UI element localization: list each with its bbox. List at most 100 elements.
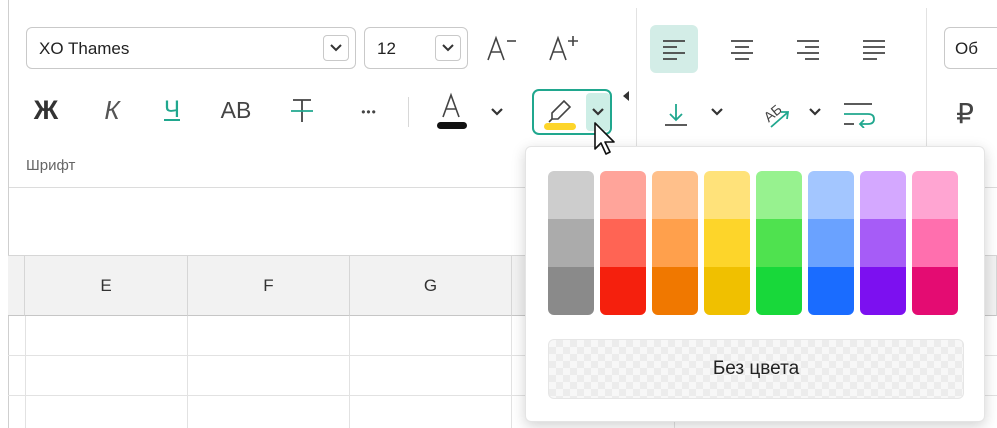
align-right-icon [797,40,819,60]
number-format-value: Об [955,39,978,58]
color-swatch[interactable] [756,219,802,267]
color-swatch[interactable] [912,267,958,315]
column-header-f[interactable]: F [188,255,350,316]
align-justify-button[interactable] [850,25,898,73]
chevron-down-icon [809,108,821,116]
font-decrease-icon [487,35,516,61]
column-line [187,316,188,428]
purple-swatch-column [860,171,906,315]
underline-button[interactable]: Ч [154,92,190,128]
color-swatch[interactable] [860,219,906,267]
column-label: F [263,275,274,295]
pink-swatch-column [912,171,958,315]
align-left-button[interactable] [650,25,698,73]
number-format-combo[interactable]: Об [944,27,997,69]
change-case-button[interactable]: АВ [214,92,258,128]
align-center-icon [731,40,753,60]
text-orientation-button[interactable]: АБ [754,94,796,134]
chevron-down-icon [491,108,503,116]
mouse-pointer-icon [594,122,615,155]
text-rotate-icon: АБ [760,101,790,128]
chevron-down-icon [442,44,454,52]
font-color-dropdown[interactable] [486,102,508,122]
font-size-combo[interactable]: 12 [364,27,468,69]
change-case-label: АВ [220,96,252,123]
bold-button[interactable]: Ж [28,92,64,128]
color-swatch[interactable] [756,171,802,219]
scroll-left-arrow[interactable] [622,89,630,101]
font-name-combo[interactable]: XO Thames [26,27,356,69]
svg-text:АБ: АБ [760,101,784,125]
highlighter-icon [544,99,576,130]
align-justify-icon [863,40,885,60]
vertical-align-dropdown[interactable] [706,102,728,122]
no-color-button[interactable]: Без цвета [548,339,964,399]
no-color-label: Без цвета [712,358,800,379]
font-size-value: 12 [377,39,396,58]
font-increase-icon [549,35,578,61]
color-swatch[interactable] [808,267,854,315]
align-center-button[interactable] [718,25,766,73]
more-format-button[interactable]: ••• [352,98,386,126]
color-swatch[interactable] [912,171,958,219]
triangle-left-icon [623,91,629,101]
highlight-color-palette: Без цвета [525,146,985,422]
divider [408,97,409,127]
valign-bottom-icon [665,104,687,126]
color-swatch[interactable] [808,171,854,219]
strikethrough-button[interactable] [284,92,320,128]
currency-format-button[interactable]: ₽ [950,94,980,132]
color-swatch[interactable] [808,219,854,267]
font-group-label: Шрифт [26,157,76,174]
gray-swatch-column [548,171,594,315]
color-swatch[interactable] [860,171,906,219]
font-color-button[interactable] [432,90,472,132]
column-label: E [100,275,112,295]
red-swatch-column [600,171,646,315]
align-right-button[interactable] [784,25,832,73]
chevron-down-icon [330,44,342,52]
color-swatch[interactable] [704,267,750,315]
color-swatch[interactable] [652,171,698,219]
underline-label: Ч [164,96,180,123]
orange-swatch-column [652,171,698,315]
color-swatch[interactable] [600,267,646,315]
color-swatch[interactable] [652,267,698,315]
row-header-corner [8,255,25,316]
italic-label: К [104,94,120,125]
green-swatch-column [756,171,802,315]
color-swatch[interactable] [600,219,646,267]
color-swatch[interactable] [860,267,906,315]
color-swatch[interactable] [600,171,646,219]
font-increase-button[interactable] [544,30,584,66]
italic-button[interactable]: К [94,92,130,128]
column-line [349,316,350,428]
color-swatch[interactable] [548,267,594,315]
vertical-align-button[interactable] [658,96,694,132]
color-swatch[interactable] [548,219,594,267]
color-swatch[interactable] [756,267,802,315]
color-swatch[interactable] [912,219,958,267]
chevron-down-icon [592,108,604,116]
strikethrough-icon [291,99,313,122]
wrap-text-button[interactable] [838,96,880,132]
wrap-text-icon [844,103,875,128]
text-orientation-dropdown[interactable] [804,102,826,122]
column-line [25,316,26,428]
blue-swatch-column [808,171,854,315]
column-header-e[interactable]: E [25,255,188,316]
font-name-dropdown-button[interactable] [323,35,349,61]
column-header-g[interactable]: G [350,255,512,316]
chevron-down-icon [711,108,723,116]
yellow-swatch-column [704,171,750,315]
bold-label: Ж [33,94,59,125]
font-decrease-button[interactable] [482,30,522,66]
column-label: G [423,275,438,295]
color-swatch[interactable] [704,171,750,219]
color-swatch[interactable] [704,219,750,267]
more-label: ••• [361,105,377,119]
font-size-dropdown-button[interactable] [435,35,461,61]
color-swatch[interactable] [548,171,594,219]
color-swatch[interactable] [652,219,698,267]
font-name-value: XO Thames [39,39,130,58]
